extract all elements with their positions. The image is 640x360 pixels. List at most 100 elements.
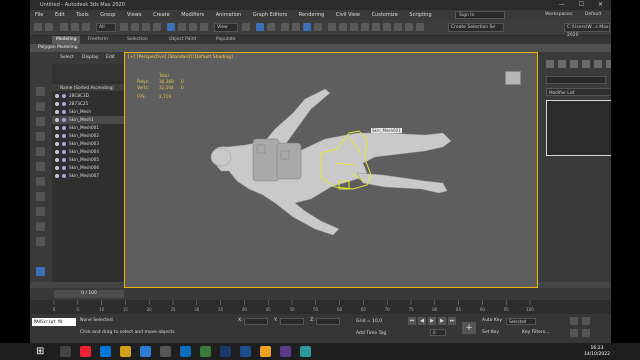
edit-named-selection-icon[interactable]	[328, 23, 336, 31]
chrome-icon[interactable]	[80, 346, 91, 357]
go-to-end-icon[interactable]: ⏭	[448, 317, 456, 325]
layer-explorer-icon[interactable]	[361, 23, 369, 31]
filter-icon[interactable]	[36, 102, 45, 111]
list-item[interactable]: Skin_Mesh007	[52, 172, 124, 180]
selection-filter-dropdown[interactable]: All	[96, 23, 116, 32]
list-item[interactable]: Skin_Mesh1	[52, 116, 124, 124]
spinner-snap-icon[interactable]	[314, 23, 322, 31]
explorer-tab-select[interactable]: Select	[60, 52, 74, 64]
polygon-modeling-label[interactable]: Polygon Modeling	[38, 45, 78, 50]
key-filters-button[interactable]: Key Filters...	[522, 330, 549, 335]
menu-tools[interactable]: Tools	[76, 12, 88, 18]
window-controls[interactable]: — ☐ ✕	[559, 0, 609, 10]
eye-icon[interactable]	[55, 134, 59, 138]
key-mode-dropdown[interactable]: Selected	[506, 318, 536, 325]
utilities-tab-icon[interactable]	[606, 60, 611, 68]
menu-views[interactable]: Views	[127, 12, 141, 18]
current-frame-field[interactable]: 0	[430, 329, 446, 336]
app-icon[interactable]	[160, 346, 171, 357]
eye-icon[interactable]	[55, 174, 59, 178]
mirror-icon[interactable]	[339, 23, 347, 31]
play-icon[interactable]: ▶	[428, 317, 436, 325]
project-path-dropdown[interactable]: C:\Users\W...s Max 2020	[564, 23, 610, 38]
eye-icon[interactable]	[55, 110, 59, 114]
clock[interactable]: 16:23 14/10/2022	[584, 346, 610, 357]
eye-icon[interactable]	[55, 166, 59, 170]
select-scale-icon[interactable]	[189, 23, 197, 31]
object-name-field[interactable]	[546, 76, 606, 84]
redo-icon[interactable]	[45, 23, 53, 31]
hierarchy-tab-icon[interactable]	[570, 60, 578, 68]
tab-freeform[interactable]: Freeform	[88, 36, 108, 44]
time-slider[interactable]: 0 / 100	[54, 290, 124, 298]
rectangular-selection-icon[interactable]	[142, 23, 150, 31]
pivot-center-icon[interactable]	[242, 23, 250, 31]
tab-populate[interactable]: Populate	[216, 36, 236, 44]
shapes-icon[interactable]	[36, 192, 45, 201]
percent-snap-icon[interactable]	[303, 23, 311, 31]
search-icon[interactable]	[60, 346, 71, 357]
explorer-toggle-icon[interactable]	[36, 267, 45, 276]
workspaces[interactable]: Workspaces: Default	[540, 11, 606, 19]
menu-customize[interactable]: Customize	[372, 12, 398, 18]
menu-group[interactable]: Group	[100, 12, 115, 18]
render-frame-icon[interactable]	[416, 23, 424, 31]
geometry-icon[interactable]	[36, 207, 45, 216]
list-item[interactable]: 2BC8C3D	[52, 92, 124, 100]
menu-animation[interactable]: Animation	[216, 12, 242, 18]
motion-tab-icon[interactable]	[582, 60, 590, 68]
angle-snap-icon[interactable]	[292, 23, 300, 31]
maxscript-listener[interactable]: MAXScript Mi	[32, 318, 76, 326]
maximize-viewport-icon[interactable]	[582, 329, 590, 337]
named-selection-set-dropdown[interactable]: Create Selection Se	[448, 23, 504, 32]
app-icon[interactable]	[240, 346, 251, 357]
list-item[interactable]: Skin_Mesh001	[52, 124, 124, 132]
unlink-icon[interactable]	[71, 23, 79, 31]
menu-graph-editors[interactable]: Graph Editors	[253, 12, 287, 18]
add-key-icon[interactable]: +	[462, 322, 476, 334]
bind-space-warp-icon[interactable]	[82, 23, 90, 31]
menu-rendering[interactable]: Rendering	[299, 12, 325, 18]
reference-coordinate-dropdown[interactable]: View	[214, 23, 238, 32]
app-icon[interactable]	[200, 346, 211, 357]
camera-icon[interactable]	[36, 147, 45, 156]
material-editor-icon[interactable]	[394, 23, 402, 31]
edge-icon[interactable]	[100, 346, 111, 357]
select-manipulate-icon[interactable]	[256, 23, 264, 31]
previous-frame-icon[interactable]: ◀	[418, 317, 426, 325]
select-object-icon[interactable]	[120, 23, 128, 31]
menu-file[interactable]: File	[35, 12, 43, 18]
eye-icon[interactable]	[55, 126, 59, 130]
z-coordinate-field[interactable]	[316, 318, 340, 325]
display-tab-icon[interactable]	[594, 60, 602, 68]
windows-start-icon[interactable]: ⊞	[36, 346, 47, 357]
orbit-icon[interactable]	[570, 329, 578, 337]
schematic-view-icon[interactable]	[383, 23, 391, 31]
track-bar[interactable]: 0 5 10 15 20 25 30 35 40 45 50 55 60 65 70 75 80 85 90 95 10…	[30, 300, 611, 314]
menu-civil-view[interactable]: Civil View	[336, 12, 360, 18]
list-item[interactable]: Skin_Mesh006	[52, 164, 124, 172]
y-coordinate-field[interactable]	[280, 318, 304, 325]
select-place-icon[interactable]	[200, 23, 208, 31]
lights-icon[interactable]	[36, 162, 45, 171]
select-move-icon[interactable]	[167, 23, 175, 31]
zoom-icon[interactable]	[570, 317, 578, 325]
eye-icon[interactable]	[55, 150, 59, 154]
align-icon[interactable]	[350, 23, 358, 31]
space-warps-icon[interactable]	[36, 222, 45, 231]
set-key-button[interactable]: Set Key	[482, 330, 499, 335]
list-item[interactable]: Skin_Mesh	[52, 108, 124, 116]
render-setup-icon[interactable]	[405, 23, 413, 31]
explorer-tab-edit[interactable]: Edit	[106, 52, 115, 64]
tab-object-paint[interactable]: Object Paint	[169, 36, 196, 44]
eye-icon[interactable]	[55, 142, 59, 146]
keyboard-shortcut-icon[interactable]	[267, 23, 275, 31]
layer-icon[interactable]	[36, 87, 45, 96]
undo-icon[interactable]	[34, 23, 42, 31]
list-item[interactable]: Skin_Mesh004	[52, 148, 124, 156]
character-model[interactable]	[125, 53, 538, 288]
list-item[interactable]: Skin_Mesh002	[52, 132, 124, 140]
add-time-tag[interactable]: Add Time Tag	[356, 331, 386, 336]
window-crossing-icon[interactable]	[153, 23, 161, 31]
menu-modifiers[interactable]: Modifiers	[181, 12, 204, 18]
